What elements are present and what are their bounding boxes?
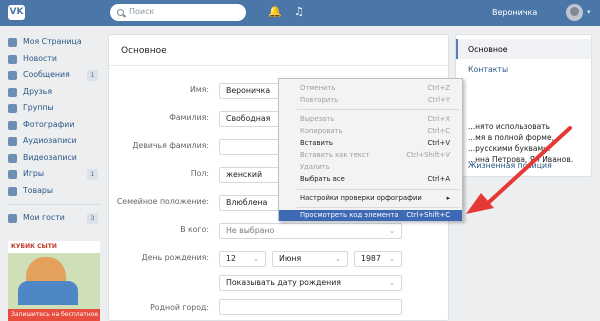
red-arrow-icon xyxy=(466,126,572,214)
